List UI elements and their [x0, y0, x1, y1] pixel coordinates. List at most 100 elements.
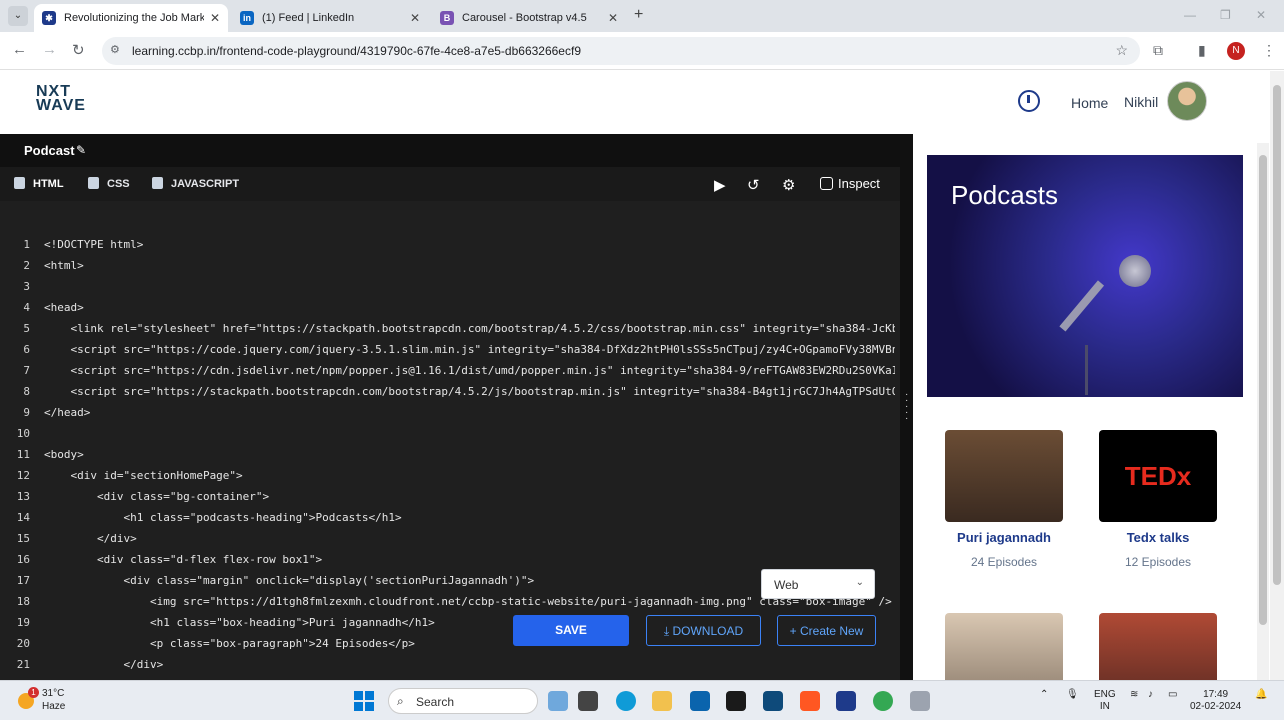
editor-title-bar: Podcast ✎: [0, 134, 900, 167]
code-line[interactable]: 11 <body>: [0, 444, 895, 465]
close-tab-icon[interactable]: ✕: [608, 11, 618, 25]
tab-javascript[interactable]: JAVASCRIPT: [152, 177, 239, 190]
code-line[interactable]: 21 </div>: [0, 654, 895, 675]
back-arrow-icon[interactable]: ←: [12, 41, 27, 58]
code-line[interactable]: 15 </div>: [0, 528, 895, 549]
jay-thumbnail[interactable]: [1099, 613, 1217, 680]
page-scrollbar[interactable]: [1270, 71, 1284, 680]
podcast-card-puri[interactable]: Puri jagannadh 24 Episodes: [945, 430, 1063, 569]
code-line[interactable]: 1 <!DOCTYPE html>: [0, 234, 895, 255]
wifi-icon[interactable]: ≋: [1130, 689, 1138, 701]
snipping-tool-icon[interactable]: [910, 691, 930, 711]
new-tab-plus-icon[interactable]: +: [634, 6, 643, 24]
close-window-icon[interactable]: ✕: [1256, 8, 1266, 22]
edit-pencil-icon[interactable]: ✎: [76, 143, 86, 157]
microphone-icon[interactable]: 🎙: [1066, 689, 1079, 701]
code-line[interactable]: 16 <div class="d-flex flex-row box1">: [0, 549, 895, 570]
nxtwave-app-icon[interactable]: [836, 691, 856, 711]
clock[interactable]: 17:49 02-02-2024: [1190, 689, 1241, 713]
browser-tab-linkedin[interactable]: in (1) Feed | LinkedIn ✕: [232, 4, 428, 32]
notifications-bell-icon[interactable]: 🔔: [1255, 689, 1267, 701]
tab-search-chevron-icon[interactable]: ⌄: [8, 6, 28, 26]
browser-tab-nxtwave[interactable]: ✱ Revolutionizing the Job Market ✕: [34, 4, 228, 32]
address-bar: ← → ↻ ⚙ learning.ccbp.in/frontend-code-p…: [0, 32, 1284, 70]
run-play-icon[interactable]: ▶: [714, 176, 726, 194]
code-line[interactable]: 2 <html>: [0, 255, 895, 276]
code-line[interactable]: 3: [0, 276, 895, 297]
mail-app-icon[interactable]: [690, 691, 710, 711]
inspect-toggle[interactable]: Inspect: [820, 176, 880, 191]
taskbar-search[interactable]: ⌕ Search: [388, 688, 538, 714]
tedx-thumbnail[interactable]: TEDx: [1099, 430, 1217, 522]
store-app-icon[interactable]: [763, 691, 783, 711]
site-info-icon[interactable]: ⚙: [110, 43, 120, 56]
resize-grip-icon[interactable]: · · · · ·: [905, 390, 908, 424]
restore-icon[interactable]: ❐: [1220, 8, 1231, 22]
code-line[interactable]: 12 <div id="sectionHomePage">: [0, 465, 895, 486]
podcast-card-jay[interactable]: [1099, 613, 1217, 680]
code-line[interactable]: 14 <h1 class="podcasts-heading">Podcasts…: [0, 507, 895, 528]
line-text: <div class="margin" onclick="display('se…: [44, 574, 535, 587]
extensions-icon[interactable]: ⧉: [1153, 42, 1163, 59]
windows-start-icon[interactable]: [354, 691, 374, 711]
forward-arrow-icon[interactable]: →: [42, 41, 57, 58]
code-line[interactable]: 5 <link rel="stylesheet" href="https://s…: [0, 318, 895, 339]
close-tab-icon[interactable]: ✕: [210, 11, 220, 25]
minimize-icon[interactable]: —: [1184, 8, 1196, 22]
file-explorer-icon[interactable]: [652, 691, 672, 711]
widgets-app-icon[interactable]: [548, 691, 568, 711]
dropbox-icon[interactable]: [726, 691, 746, 711]
line-text: <div class="d-flex flex-row box1">: [44, 553, 323, 566]
close-tab-icon[interactable]: ✕: [410, 11, 420, 25]
sadhguru-thumbnail[interactable]: [945, 613, 1063, 680]
profile-avatar[interactable]: N: [1227, 42, 1245, 60]
code-line[interactable]: 6 <script src="https://code.jquery.com/j…: [0, 339, 895, 360]
bookmark-star-icon[interactable]: ☆: [1115, 42, 1128, 59]
download-button[interactable]: ⤓ DOWNLOAD: [646, 615, 761, 646]
save-button[interactable]: SAVE: [513, 615, 629, 646]
user-avatar[interactable]: [1167, 81, 1207, 121]
inspect-checkbox[interactable]: [820, 177, 833, 190]
language-indicator[interactable]: ENG IN: [1094, 689, 1116, 713]
code-line[interactable]: 10: [0, 423, 895, 444]
browser-menu-icon[interactable]: ⋮: [1262, 42, 1276, 59]
line-text: <html>: [44, 259, 84, 272]
podcast-card-tedx[interactable]: TEDx Tedx talks 12 Episodes: [1099, 430, 1217, 569]
nav-home-link[interactable]: Home: [1071, 95, 1108, 111]
nxtwave-logo[interactable]: NXT WAVE: [36, 84, 86, 114]
code-line[interactable]: 7 <script src="https://cdn.jsdelivr.net/…: [0, 360, 895, 381]
file-app-icon[interactable]: [578, 691, 598, 711]
line-text: <link rel="stylesheet" href="https://sta…: [44, 322, 895, 335]
reset-icon[interactable]: ↺: [747, 176, 760, 194]
create-new-button[interactable]: + Create New: [777, 615, 876, 646]
code-line[interactable]: 8 <script src="https://stackpath.bootstr…: [0, 381, 895, 402]
tab-css[interactable]: CSS: [88, 177, 130, 190]
volume-icon[interactable]: ♪: [1148, 689, 1153, 701]
reload-icon[interactable]: ↻: [72, 41, 85, 59]
tab-html[interactable]: HTML: [14, 177, 64, 190]
chrome-browser-icon[interactable]: [873, 691, 893, 711]
side-panel-icon[interactable]: ▮: [1198, 42, 1206, 59]
code-line[interactable]: 13 <div class="bg-container">: [0, 486, 895, 507]
tray-overflow-icon[interactable]: ⌃: [1040, 689, 1048, 701]
device-select[interactable]: Web ⌄: [761, 569, 875, 599]
preview-scrollbar[interactable]: [1257, 143, 1269, 680]
js-file-icon: [152, 177, 163, 189]
settings-gear-icon[interactable]: ⚙: [782, 176, 795, 194]
stopwatch-icon[interactable]: [1018, 90, 1040, 112]
code-area[interactable]: 1 <!DOCTYPE html> 2 <html> 3 4 <head> 5 <link r…: [0, 234, 895, 680]
user-name[interactable]: Nikhil: [1124, 94, 1158, 110]
url-field[interactable]: ⚙ learning.ccbp.in/frontend-code-playgro…: [102, 37, 1140, 65]
browser-tab-bootstrap[interactable]: B Carousel - Bootstrap v4.5 ✕: [432, 4, 626, 32]
puri-thumbnail[interactable]: [945, 430, 1063, 522]
brave-browser-icon[interactable]: [800, 691, 820, 711]
battery-icon[interactable]: ▭: [1168, 689, 1177, 701]
line-text: </head>: [44, 406, 91, 419]
editor-tabs: HTML CSS JAVASCRIPT ▶ ↺ ⚙ Inspect: [0, 167, 900, 201]
code-line[interactable]: 4 <head>: [0, 297, 895, 318]
line-number: 19: [16, 616, 30, 629]
line-number: 5: [23, 322, 30, 335]
podcast-card-sadhguru[interactable]: [945, 613, 1063, 680]
edge-browser-icon[interactable]: [616, 691, 636, 711]
code-line[interactable]: 9 </head>: [0, 402, 895, 423]
